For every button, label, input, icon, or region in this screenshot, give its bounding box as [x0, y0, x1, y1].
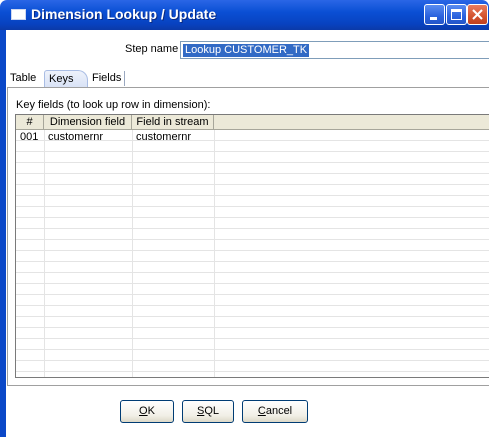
- close-button[interactable]: [467, 4, 488, 25]
- minimize-button[interactable]: [424, 4, 445, 25]
- cancel-label: ancel: [265, 405, 293, 417]
- maximize-icon: [451, 9, 462, 20]
- step-name-value: Lookup CUSTOMER_TK: [183, 44, 310, 57]
- tab-table[interactable]: Table: [10, 71, 36, 86]
- table-row[interactable]: [16, 339, 489, 350]
- table-row[interactable]: [16, 262, 489, 273]
- sql-button[interactable]: SQL: [182, 400, 234, 423]
- table-row[interactable]: [16, 251, 489, 262]
- tab-divider: [124, 71, 125, 86]
- tab-fields[interactable]: Fields: [92, 71, 121, 86]
- cancel-button[interactable]: Cancel: [242, 400, 308, 423]
- title-bar[interactable]: Dimension Lookup / Update: [0, 0, 489, 30]
- table-row[interactable]: 001 customernr customernr: [16, 130, 489, 143]
- step-name-label: Step name: [125, 43, 179, 55]
- table-row[interactable]: [16, 350, 489, 361]
- dialog-body: Step name Lookup CUSTOMER_TK Table Keys …: [6, 30, 489, 437]
- table-row[interactable]: [16, 141, 489, 152]
- close-icon: [472, 9, 483, 20]
- dialog-window: Dimension Lookup / Update Step name Look…: [0, 0, 489, 437]
- window-title: Dimension Lookup / Update: [31, 6, 217, 22]
- table-row[interactable]: [16, 317, 489, 328]
- tab-keys[interactable]: Keys: [44, 70, 89, 88]
- table-row[interactable]: [16, 174, 489, 185]
- table-row[interactable]: [16, 218, 489, 229]
- table-row[interactable]: [16, 273, 489, 284]
- table-row[interactable]: [16, 306, 489, 317]
- table-row[interactable]: [16, 361, 489, 372]
- key-fields-table[interactable]: # Dimension field Field in stream 001 cus…: [15, 114, 489, 378]
- column-header-field-in-stream[interactable]: Field in stream: [132, 115, 214, 130]
- table-row[interactable]: [16, 295, 489, 306]
- table-row[interactable]: [16, 163, 489, 174]
- table-row[interactable]: [16, 185, 489, 196]
- minimize-icon: [430, 17, 437, 20]
- key-fields-label: Key fields (to look up row in dimension)…: [16, 99, 211, 111]
- table-row[interactable]: [16, 328, 489, 339]
- table-row[interactable]: [16, 207, 489, 218]
- ok-label: K: [147, 405, 155, 417]
- window-icon: [11, 9, 26, 20]
- table-row[interactable]: [16, 240, 489, 251]
- cancel-mnemonic: C: [257, 405, 266, 417]
- ok-button[interactable]: OK: [120, 400, 174, 423]
- ok-mnemonic: O: [139, 405, 148, 417]
- table-row[interactable]: [16, 284, 489, 295]
- table-row[interactable]: [16, 152, 489, 163]
- column-header-filler: [214, 115, 489, 130]
- sql-label: QL: [204, 405, 220, 417]
- column-header-dimension-field[interactable]: Dimension field: [44, 115, 132, 130]
- step-name-input[interactable]: Lookup CUSTOMER_TK: [180, 41, 489, 59]
- column-header-number[interactable]: #: [16, 115, 44, 130]
- table-row[interactable]: [16, 229, 489, 240]
- table-row[interactable]: [16, 196, 489, 207]
- maximize-button[interactable]: [446, 4, 467, 25]
